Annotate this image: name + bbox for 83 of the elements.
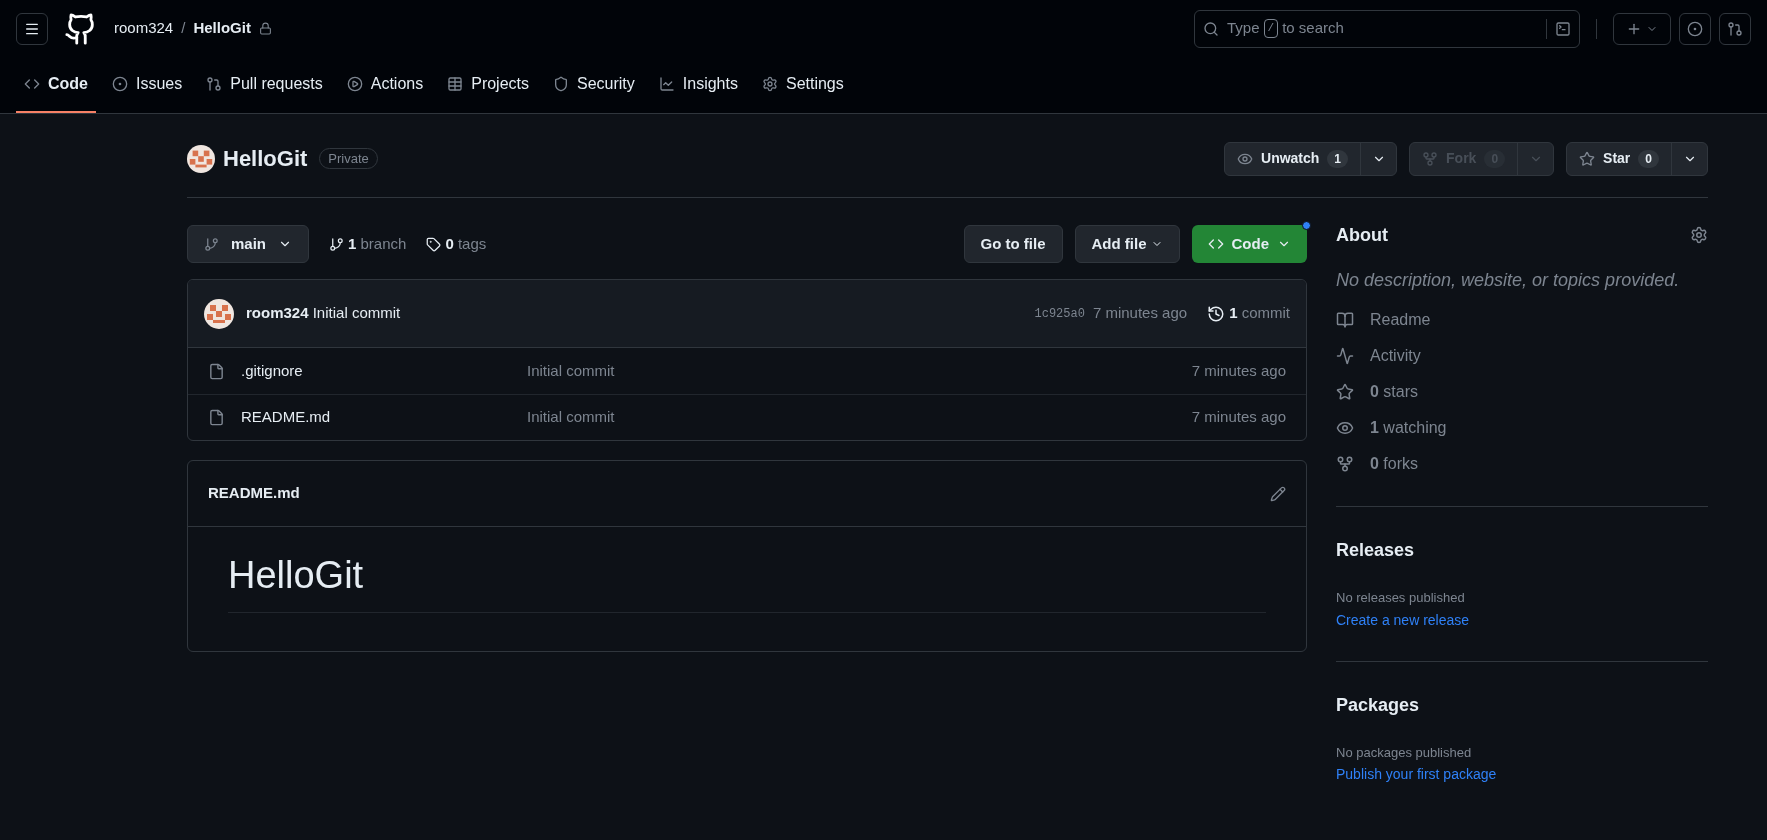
settings-icon: [761, 76, 778, 92]
pull-requests-button[interactable]: [1719, 12, 1751, 45]
issues-button[interactable]: [1679, 12, 1711, 45]
packages-note: No packages published: [1336, 743, 1473, 762]
commit-message-link[interactable]: Initial commit: [527, 359, 615, 383]
tag-count-link[interactable]: 0 tags: [445, 232, 487, 256]
play-icon: [346, 76, 363, 92]
packages-title: Packages: [1336, 693, 1421, 717]
nav-tab[interactable]: Insights: [650, 57, 746, 113]
nav-tab[interactable]: Pull requests: [198, 57, 331, 113]
line-chart-icon: [658, 76, 675, 92]
publish-package-link[interactable]: Publish your first package: [1336, 764, 1708, 785]
commit-time: 7 minutes ago: [1092, 303, 1188, 324]
repo-link[interactable]: HelloGit: [193, 17, 251, 40]
owner-link[interactable]: room324: [114, 17, 174, 40]
count-label: 1: [1327, 149, 1349, 168]
branch-count-link[interactable]: 1 branch: [348, 232, 407, 256]
nav-tab[interactable]: Issues: [104, 57, 191, 113]
count-label: 0: [1638, 149, 1659, 168]
lock-icon: [258, 22, 272, 35]
about-link[interactable]: Readme: [1370, 308, 1431, 332]
book-icon: [1336, 311, 1354, 329]
menu-button[interactable]: [16, 12, 48, 45]
edit-icon[interactable]: [1270, 485, 1286, 502]
shortcut-key: /: [1263, 19, 1279, 38]
add-file-button[interactable]: Add file: [1074, 225, 1180, 263]
file-icon: [208, 362, 225, 380]
fork-icon: [1422, 150, 1439, 167]
about-link[interactable]: 1 watching: [1370, 416, 1447, 440]
file-name-link[interactable]: .gitignore: [241, 359, 527, 383]
settings-icon[interactable]: [1690, 226, 1708, 244]
about-title: About: [1336, 223, 1388, 247]
releases-title: Releases: [1336, 539, 1416, 562]
releases-note: No releases published: [1336, 589, 1466, 607]
go-to-file-button[interactable]: Go to file: [963, 225, 1063, 263]
about-link[interactable]: 0 stars: [1370, 380, 1419, 404]
commit-summary: room324 Initial commit: [246, 303, 401, 324]
search-field[interactable]: Type / to search: [1194, 9, 1580, 48]
create-release-link[interactable]: Create a new release: [1336, 609, 1708, 631]
pull-request-icon: [206, 76, 223, 92]
history-icon: [1207, 304, 1226, 323]
search-hint: Type: [1227, 18, 1260, 39]
star-icon: [1579, 150, 1596, 167]
command-palette-icon[interactable]: [1555, 20, 1571, 37]
circle-dot-icon: [112, 76, 128, 92]
pulse-icon: [1336, 347, 1354, 365]
code-icon: [24, 76, 40, 92]
code-icon: [1207, 236, 1224, 252]
branch-icon: [204, 236, 219, 252]
readme-title: README.md: [208, 483, 300, 504]
code-button[interactable]: Code: [1191, 225, 1307, 263]
file-time: 7 minutes ago: [1191, 360, 1286, 381]
avatar-icon: [187, 144, 215, 173]
circle-dot-icon: [1687, 20, 1703, 37]
search-icon: [1203, 20, 1219, 37]
branch-icon: [329, 236, 344, 252]
file-time: 7 minutes ago: [1191, 407, 1286, 428]
tag-icon: [426, 236, 442, 252]
about-link[interactable]: 0 forks: [1370, 452, 1419, 476]
eye-icon: [1336, 419, 1354, 437]
pull-request-icon: [1727, 20, 1743, 37]
commit-message-link[interactable]: Initial commit: [527, 406, 615, 429]
avatar-icon: [204, 298, 234, 329]
search-hint: to search: [1282, 18, 1344, 39]
table-icon: [447, 76, 464, 92]
readme-heading: HelloGit: [228, 547, 1266, 613]
commit-hash[interactable]: 1c925a0: [1034, 304, 1085, 323]
file-icon: [208, 409, 225, 426]
commit-count-link[interactable]: 1 commit: [1229, 302, 1290, 325]
repo-title: HelloGit: [223, 145, 308, 173]
fork-icon: [1336, 455, 1354, 473]
file-name-link[interactable]: README.md: [241, 406, 527, 429]
path-separator: /: [181, 18, 186, 39]
nav-tab[interactable]: Projects: [439, 57, 537, 113]
shield-icon: [553, 76, 569, 92]
star-icon: [1336, 383, 1354, 401]
branch-selector[interactable]: main: [187, 225, 309, 263]
about-description: No description, website, or topics provided.: [1336, 269, 1681, 292]
nav-tab[interactable]: Code: [16, 57, 96, 113]
nav-tab[interactable]: Security: [545, 57, 643, 113]
nav-tab[interactable]: Actions: [338, 57, 432, 113]
nav-tab[interactable]: Settings: [753, 57, 852, 113]
about-link[interactable]: Activity: [1370, 344, 1421, 368]
